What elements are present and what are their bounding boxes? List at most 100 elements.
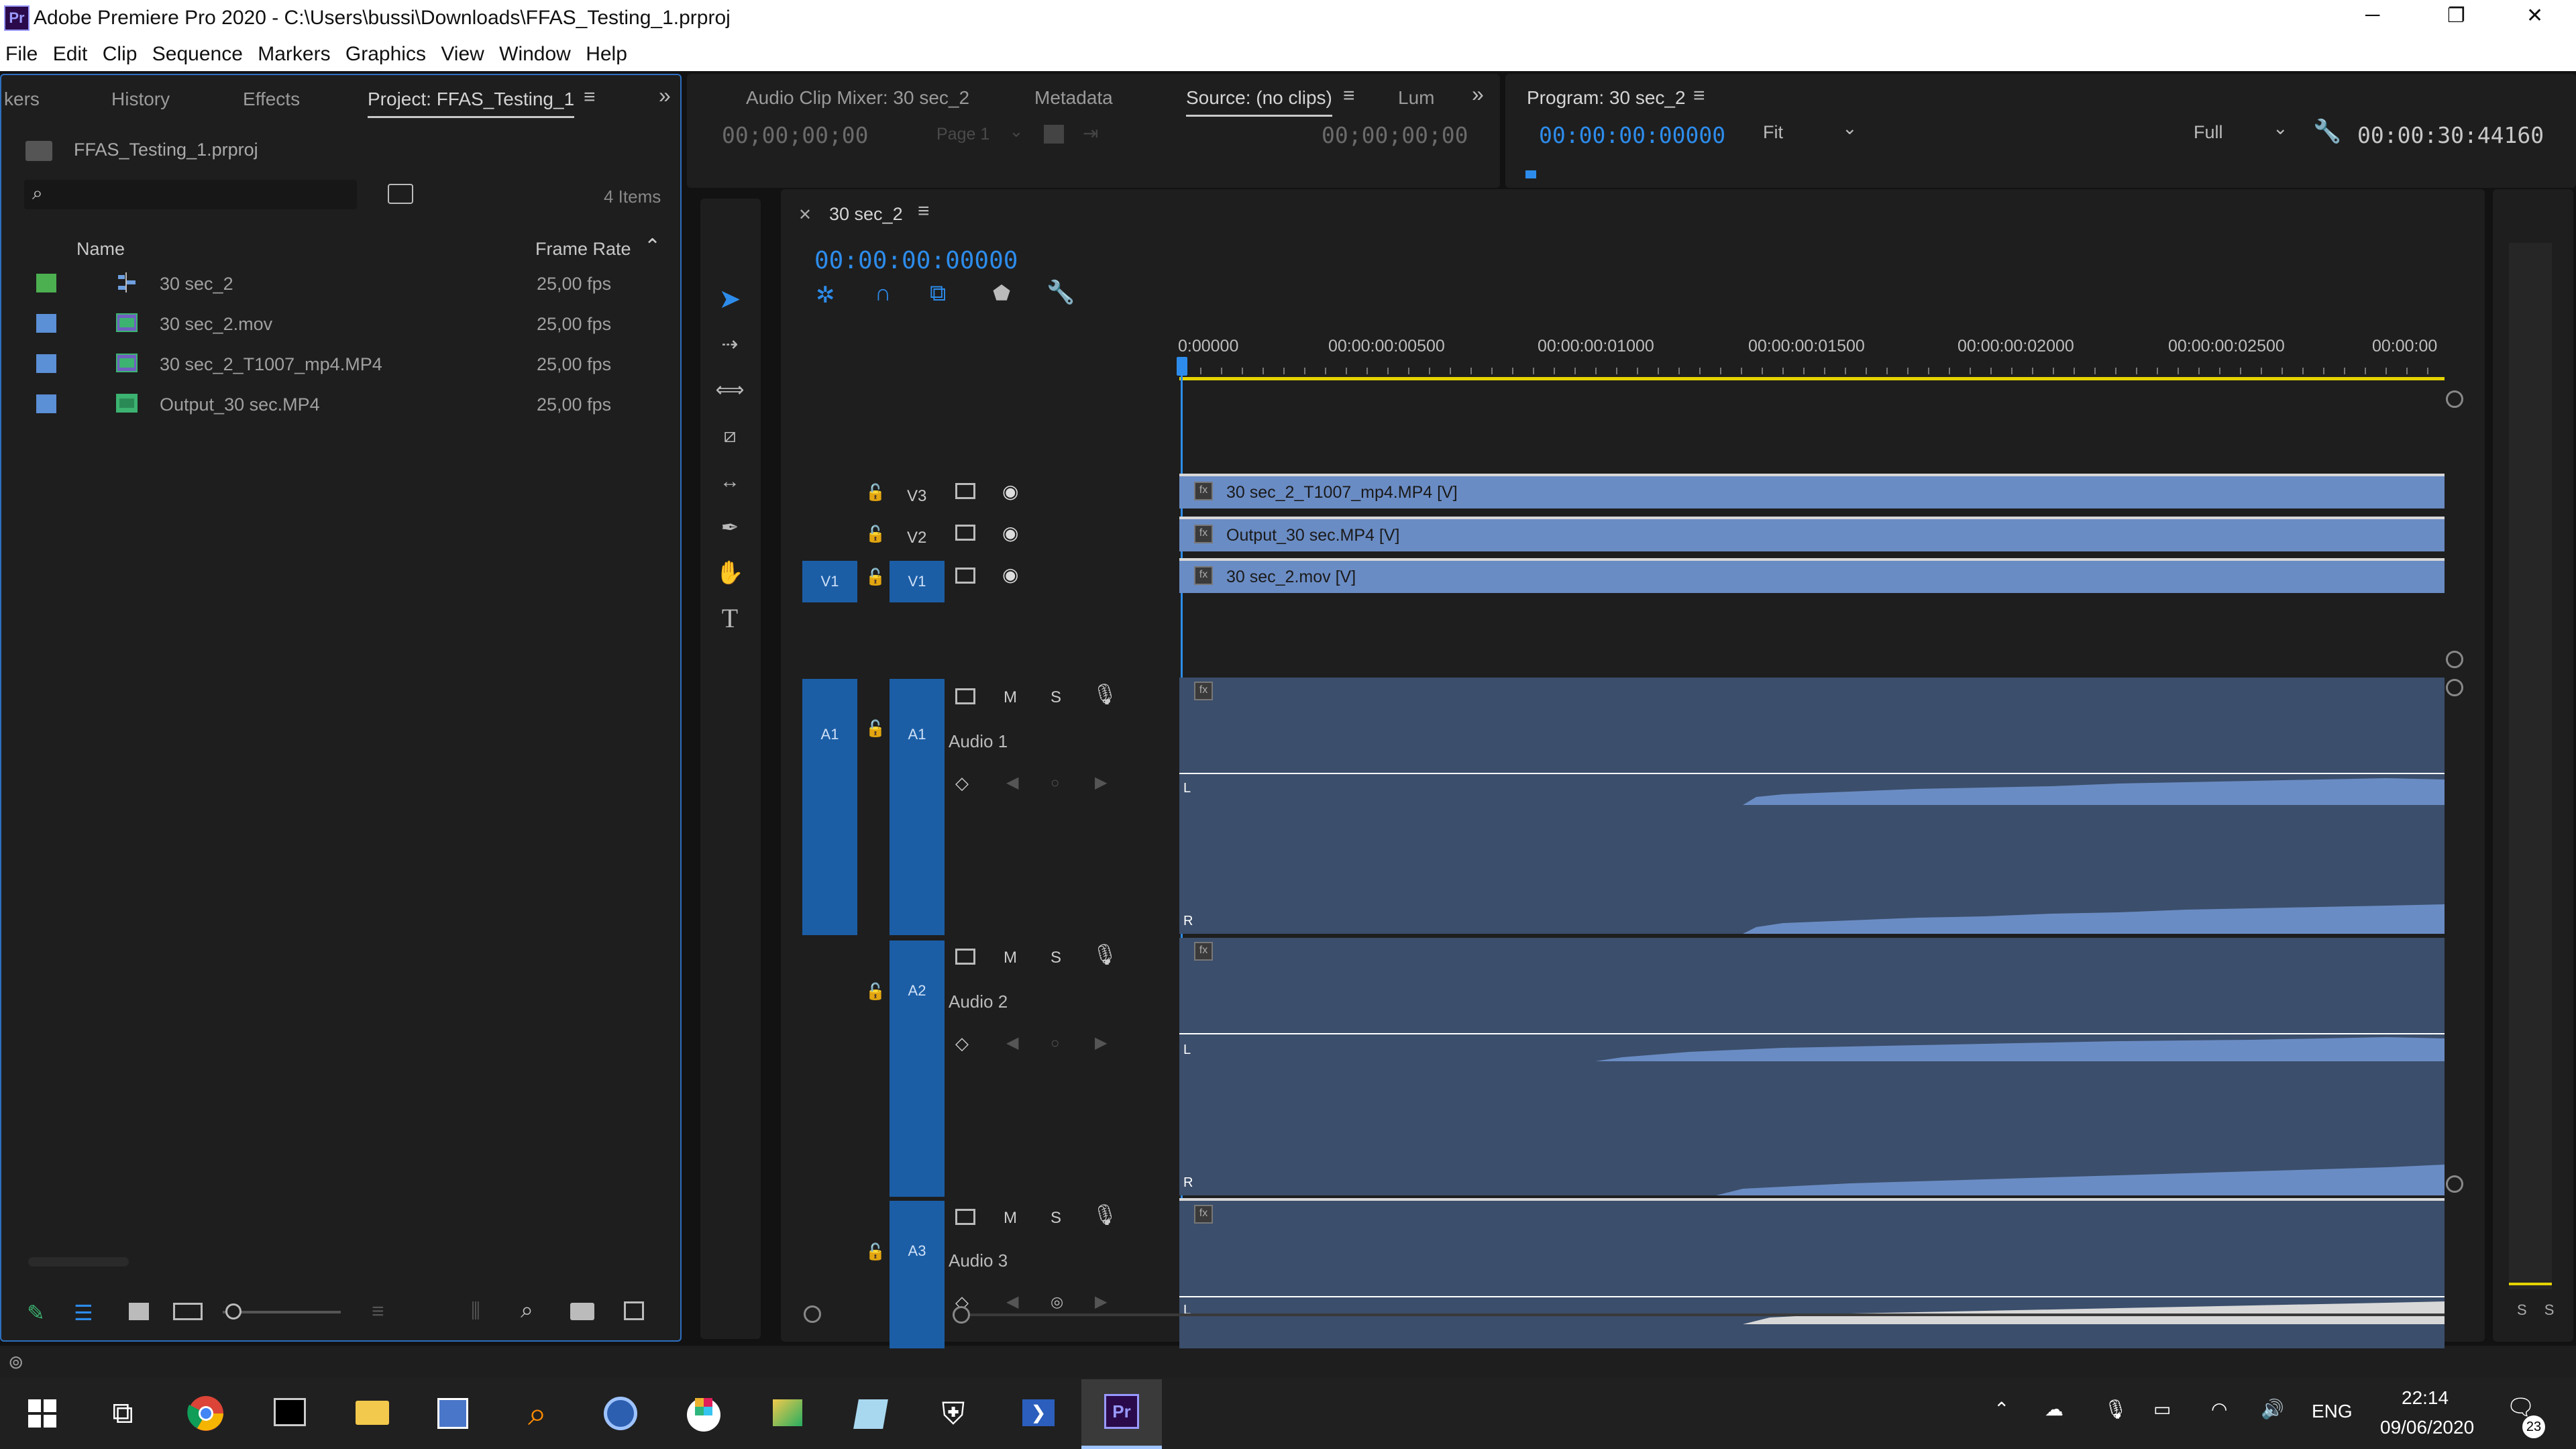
app-icon[interactable] (597, 1390, 644, 1437)
track-height-handle[interactable] (2446, 651, 2463, 668)
sync-lock-icon[interactable] (955, 483, 975, 499)
next-keyframe-icon[interactable]: ▶ (1095, 1033, 1107, 1053)
previous-keyframe-icon[interactable]: ◀ (1006, 773, 1018, 792)
icon-view-icon[interactable] (129, 1303, 149, 1320)
search-tool-icon[interactable]: ⌕ (514, 1390, 561, 1437)
mute-button[interactable]: M (1004, 949, 1017, 967)
snap-icon[interactable]: ∩ (875, 280, 891, 307)
wrench-icon[interactable]: 🔧 (2313, 118, 2341, 145)
more-panels-icon[interactable]: » (659, 83, 671, 108)
menu-window[interactable]: Window (499, 43, 571, 66)
eye-icon[interactable]: ◉ (1002, 522, 1018, 544)
mute-button[interactable]: M (1004, 688, 1017, 707)
slip-tool-icon[interactable]: ↔ (712, 464, 747, 499)
track-label-a1[interactable]: A1 (890, 679, 945, 935)
premiere-taskbar-button[interactable]: Pr (1081, 1379, 1162, 1449)
next-keyframe-icon[interactable]: ▶ (1095, 773, 1107, 792)
audio-clip[interactable]: fx L R (1179, 938, 2445, 1195)
timeline-settings-wrench-icon[interactable]: 🔧 (1046, 279, 1075, 306)
label-color-swatch[interactable] (36, 274, 56, 292)
solo-button[interactable]: S (1051, 949, 1061, 967)
panel-menu-icon[interactable]: ≡ (918, 200, 930, 223)
add-keyframe-icon[interactable]: ○ (1051, 774, 1059, 792)
virtualbox-icon[interactable] (847, 1390, 894, 1437)
lock-icon[interactable]: 🔓 (865, 483, 885, 502)
label-color-swatch[interactable] (36, 394, 56, 413)
lock-icon[interactable]: 🔓 (865, 568, 885, 587)
microphone-tray-icon[interactable]: 🎙 (2104, 1398, 2128, 1420)
linked-selection-icon[interactable]: ⧉ (930, 280, 946, 307)
tab-audio-clip-mixer[interactable]: Audio Clip Mixer: 30 sec_2 (746, 87, 969, 109)
menu-markers[interactable]: Markers (258, 43, 330, 66)
list-item[interactable]: 30 sec_2_T1007_mp4.MP4 25,00 fps (21, 343, 659, 382)
type-tool-icon[interactable]: T (712, 601, 747, 636)
microphone-icon[interactable]: 🎙 (1092, 683, 1118, 706)
find-icon[interactable]: ⌕ (521, 1297, 533, 1324)
show-hidden-icons[interactable]: ⌃ (1994, 1398, 2009, 1420)
label-color-swatch[interactable] (36, 354, 56, 373)
track-height-handle[interactable] (2446, 1175, 2463, 1193)
new-item-icon[interactable] (624, 1301, 644, 1320)
selection-tool-icon[interactable]: ➤ (712, 282, 747, 317)
terminal-icon[interactable] (266, 1390, 313, 1437)
ripple-edit-tool-icon[interactable]: ⟺ (712, 373, 747, 408)
sync-lock-icon[interactable] (955, 688, 975, 704)
playhead[interactable] (1177, 357, 1187, 376)
source-patch-a1[interactable]: A1 (802, 679, 857, 935)
next-keyframe-icon[interactable]: ▶ (1095, 1292, 1107, 1311)
close-tab-icon[interactable]: ✕ (798, 205, 812, 225)
more-panels-icon[interactable]: » (1472, 82, 1484, 107)
tab-markers[interactable]: kers (4, 89, 40, 110)
timeline-horizontal-scrollbar[interactable] (953, 1306, 2445, 1324)
lock-icon[interactable]: 🔓 (865, 1242, 885, 1262)
sort-chevron-icon[interactable]: ⌃ (644, 235, 661, 258)
vertical-zoom-handle[interactable] (2446, 390, 2463, 408)
slack-icon[interactable] (680, 1390, 727, 1437)
list-item[interactable]: 30 sec_2.mov 25,00 fps (21, 303, 659, 342)
new-bin-icon[interactable] (570, 1303, 594, 1320)
chevron-down-icon[interactable]: ⌄ (1009, 121, 1024, 142)
tab-source[interactable]: Source: (no clips) (1186, 87, 1332, 117)
pencil-icon[interactable]: ✎ (27, 1300, 45, 1326)
wifi-icon[interactable]: ◠ (2211, 1398, 2227, 1420)
lock-icon[interactable]: 🔓 (865, 982, 885, 1002)
source-timecode[interactable]: 00;00;00;00 (722, 122, 869, 148)
clock-date[interactable]: 09/06/2020 (2380, 1417, 2474, 1438)
security-shield-icon[interactable]: ⛨ (930, 1390, 977, 1437)
eye-icon[interactable]: ◉ (1002, 564, 1018, 586)
playback-resolution-select[interactable]: Full ⌄ (2194, 118, 2294, 143)
keyframe-toggle-icon[interactable]: ◇ (955, 1033, 969, 1054)
track-label-v2[interactable]: V2 (907, 529, 926, 547)
lock-icon[interactable]: 🔓 (865, 525, 885, 544)
source-patch-v1[interactable]: V1 (802, 561, 857, 602)
timeline-timecode[interactable]: 00:00:00:00000 (814, 247, 1018, 274)
search-input[interactable]: ⌕ (24, 180, 357, 209)
powershell-icon[interactable]: ❯ (1013, 1390, 1060, 1437)
mute-button[interactable]: M (1004, 1209, 1017, 1228)
tab-project[interactable]: Project: FFAS_Testing_1 (368, 89, 575, 118)
microphone-icon[interactable]: 🎙 (1092, 943, 1118, 967)
playhead-marker[interactable] (1525, 170, 1536, 178)
audio-clip[interactable]: fx L R (1179, 678, 2445, 934)
panel-menu-icon[interactable]: ≡ (584, 86, 596, 109)
video-clip[interactable]: fx 30 sec_2.mov [V] (1179, 558, 2445, 593)
zoom-level-select[interactable]: Fit ⌄ (1763, 118, 1864, 143)
tab-timeline-sequence[interactable]: 30 sec_2 (829, 204, 903, 225)
chrome-icon[interactable] (182, 1390, 229, 1437)
horizontal-scrollbar[interactable] (28, 1257, 129, 1267)
freeform-view-icon[interactable] (173, 1303, 203, 1320)
clock-time[interactable]: 22:14 (2402, 1387, 2449, 1409)
menu-graphics[interactable]: Graphics (345, 43, 426, 66)
eye-icon[interactable]: ◉ (1002, 480, 1018, 502)
microphone-icon[interactable]: 🎙 (1092, 1203, 1118, 1227)
onedrive-icon[interactable]: ☁ (2045, 1398, 2063, 1420)
lock-icon[interactable]: 🔓 (865, 719, 885, 739)
hand-tool-icon[interactable]: ✋ (712, 555, 747, 590)
keyframe-toggle-icon[interactable]: ◇ (955, 773, 969, 794)
maximize-button[interactable]: ❐ (2447, 4, 2465, 28)
video-clip[interactable]: fx Output_30 sec.MP4 [V] (1179, 517, 2445, 551)
list-item[interactable]: 30 sec_2 25,00 fps (21, 263, 659, 302)
sync-lock-icon[interactable] (955, 1209, 975, 1225)
track-label-v1[interactable]: V1 (890, 561, 945, 602)
tab-metadata[interactable]: Metadata (1034, 87, 1113, 109)
